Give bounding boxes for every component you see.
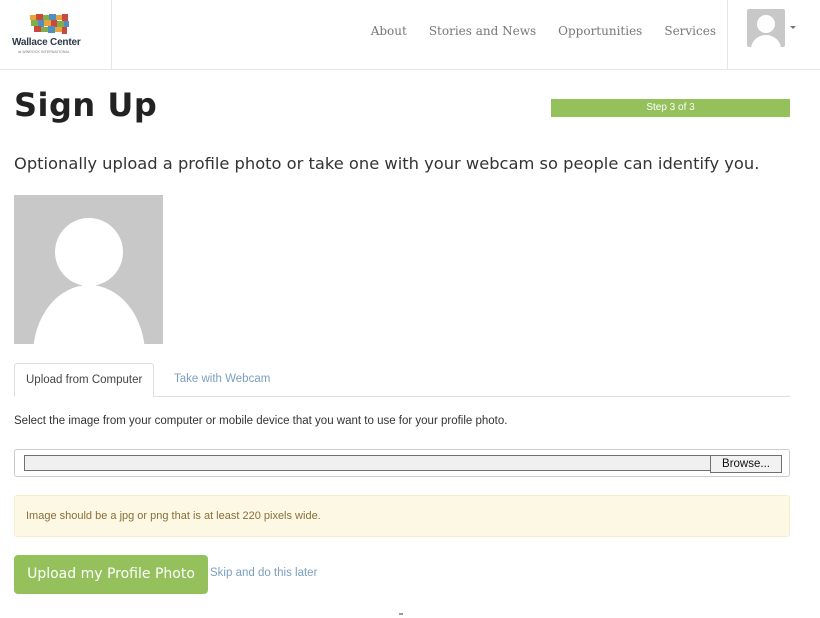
nav-link-about[interactable]: About [371,24,407,38]
step-progress: Step 3 of 3 [551,99,790,117]
caret-down-icon[interactable] [790,26,796,29]
nav-link-services[interactable]: Services [664,24,716,38]
file-input-group: Browse... [14,449,790,477]
image-requirements-alert: Image should be a jpg or png that is at … [14,495,790,537]
upload-profile-photo-button[interactable]: Upload my Profile Photo [14,555,208,594]
main-nav: About Stories and News Opportunities Ser… [371,24,716,38]
footer-mark [399,613,403,615]
nav-link-opportunities[interactable]: Opportunities [558,24,642,38]
upload-instructions: Select the image from your computer or m… [14,415,508,427]
browse-button[interactable]: Browse... [710,455,782,473]
step-progress-bar: Step 3 of 3 [551,99,790,117]
skip-link[interactable]: Skip and do this later [210,567,317,579]
tab-upload-from-computer[interactable]: Upload from Computer [14,363,155,397]
user-avatar-icon[interactable] [747,9,785,47]
intro-text: Optionally upload a profile photo or tak… [14,154,760,173]
brand-name: Wallace Center [12,37,81,48]
usa-map-logo-icon [30,14,69,34]
brand-subtitle: at WINROCK INTERNATIONAL [18,50,70,54]
user-menu[interactable] [727,0,820,70]
nav-link-stories-and-news[interactable]: Stories and News [429,24,536,38]
page-title: Sign Up [14,86,158,124]
tab-take-with-webcam[interactable]: Take with Webcam [163,363,281,397]
file-path-field[interactable] [24,455,724,471]
profile-photo-placeholder [14,195,163,344]
top-navbar: Wallace Center at WINROCK INTERNATIONAL … [0,0,820,70]
default-avatar-icon [33,218,145,344]
brand-logo[interactable]: Wallace Center at WINROCK INTERNATIONAL [0,0,112,70]
photo-source-tabs: Upload from Computer Take with Webcam [14,363,790,397]
